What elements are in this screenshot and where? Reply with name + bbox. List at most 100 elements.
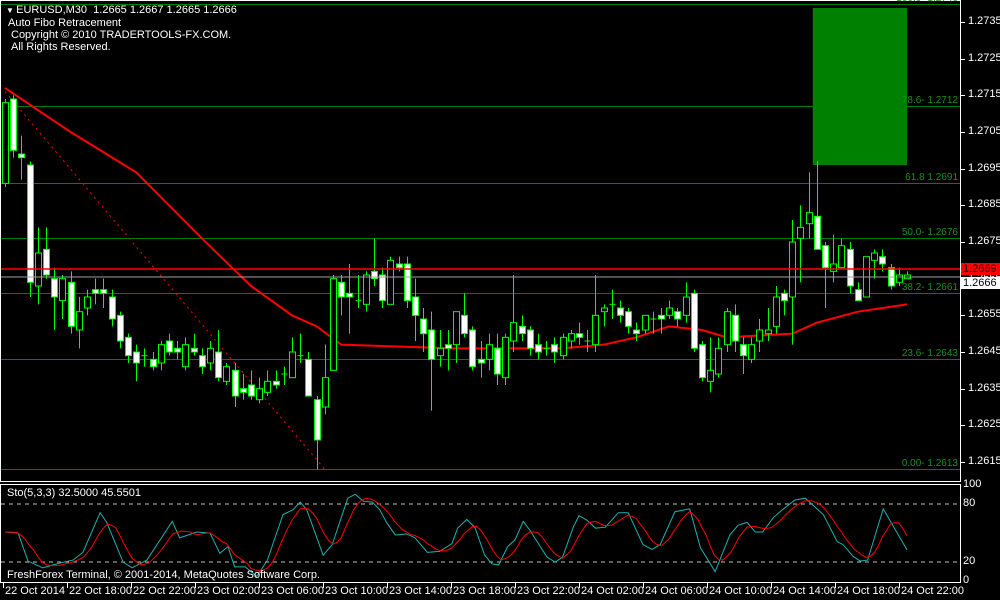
candle-body [174,347,181,353]
symbol-quote: EURUSD,M30 1.2665 1.2667 1.2665 1.2666 [16,4,237,16]
candle-body [781,292,788,302]
candle-body [27,164,34,283]
price-tick-label: 1.2685 [968,198,1000,210]
candle-body [207,347,214,364]
candle [109,289,116,327]
candle-body [535,344,542,353]
stochastic-indicator [1,493,960,578]
candle-body [601,307,608,313]
collapse-triangle-icon[interactable]: ▼ [6,6,16,15]
symbol-header[interactable]: ▼ EURUSD,M30 1.2665 1.2667 1.2665 1.2666 [6,4,237,16]
candle [732,304,739,353]
candle-body [240,388,247,393]
candle [338,275,345,316]
terminal-footer: FreshForex Terminal, © 2001-2014, MetaQu… [7,569,320,581]
candles [2,95,911,470]
candle-body [92,289,99,294]
indicator-rights: All Rights Reserved. [11,41,111,53]
candle-body [215,351,222,379]
candle [568,330,575,349]
candle-body [437,347,444,357]
candle [871,249,878,279]
candle [674,308,681,327]
candle-body [527,329,534,349]
candle-body [363,274,370,305]
candle-body [371,270,378,280]
candle [428,311,435,411]
candle [707,337,714,393]
price-tick-label: 1.2695 [968,162,1000,174]
time-tick-label: 23 Oct 18:00 [453,585,516,597]
candle-body [847,248,854,287]
candle-body [379,274,386,302]
stoch-tick-label: 80 [963,497,976,509]
candle [691,289,698,353]
candle [617,300,624,323]
candle-body [642,314,649,331]
candle [781,289,788,316]
candle [387,256,394,305]
candle-body [461,314,468,335]
candle-body [494,347,501,375]
fibo-level-label: 50.0- 1.2676 [901,226,958,238]
candle-body [117,314,124,342]
candle-body [879,256,886,265]
price-tick-label: 1.2705 [968,125,1000,137]
candle [576,322,583,345]
chart-canvas[interactable] [0,0,1000,600]
candle [223,363,230,386]
candle-body [724,311,731,346]
candle-body [838,245,845,269]
fibo-target-rect [812,8,907,166]
candle [592,275,599,353]
candle-body [715,347,722,375]
fibo-level-label: 23.6- 1.2643 [901,347,958,359]
price-tick-label: 1.2735 [968,15,1000,27]
stoch-tick-label: 20 [963,555,976,568]
price-lines [1,268,960,278]
candle-body [478,358,485,364]
price-tick-label: 1.2625 [968,418,1000,430]
time-tick-label: 24 Oct 18:00 [837,585,900,597]
candle [281,366,288,386]
candle [642,314,649,334]
time-tick-label: 23 Oct 10:00 [325,585,388,597]
time-tick-label: 24 Oct 02:00 [581,585,644,597]
candle [699,341,706,382]
candle-body [191,347,198,353]
candle [76,297,83,349]
candle [830,234,837,283]
candle-body [633,329,640,335]
candle [322,344,329,415]
candle-body [568,333,575,342]
candle [535,333,542,360]
candle [330,275,337,371]
candle [461,293,468,338]
candle [724,308,731,353]
candle-body [510,322,517,342]
fibo-level-label: 38.2- 1.2661 [901,281,958,293]
price-tick-label: 1.2645 [968,345,1000,357]
candle [666,300,673,320]
candle-body [683,296,690,316]
candle-body [330,278,337,371]
candle [240,374,247,400]
candle [584,330,591,353]
candle-body [166,340,173,353]
candle [10,95,17,158]
candle-body [732,314,739,342]
candle-body [100,289,107,294]
candle-body [519,325,526,335]
candle-body [158,344,165,364]
candle [68,271,75,334]
candle-body [658,314,665,320]
candle-body [560,336,567,357]
candle-body [133,351,140,364]
candle-body [232,369,239,397]
candle [609,289,616,320]
ask-price-label: 1.2669 [961,263,1000,275]
candle [437,330,444,367]
candle [510,275,517,353]
candle [248,370,255,400]
price-tick-label: 1.2715 [968,88,1000,100]
